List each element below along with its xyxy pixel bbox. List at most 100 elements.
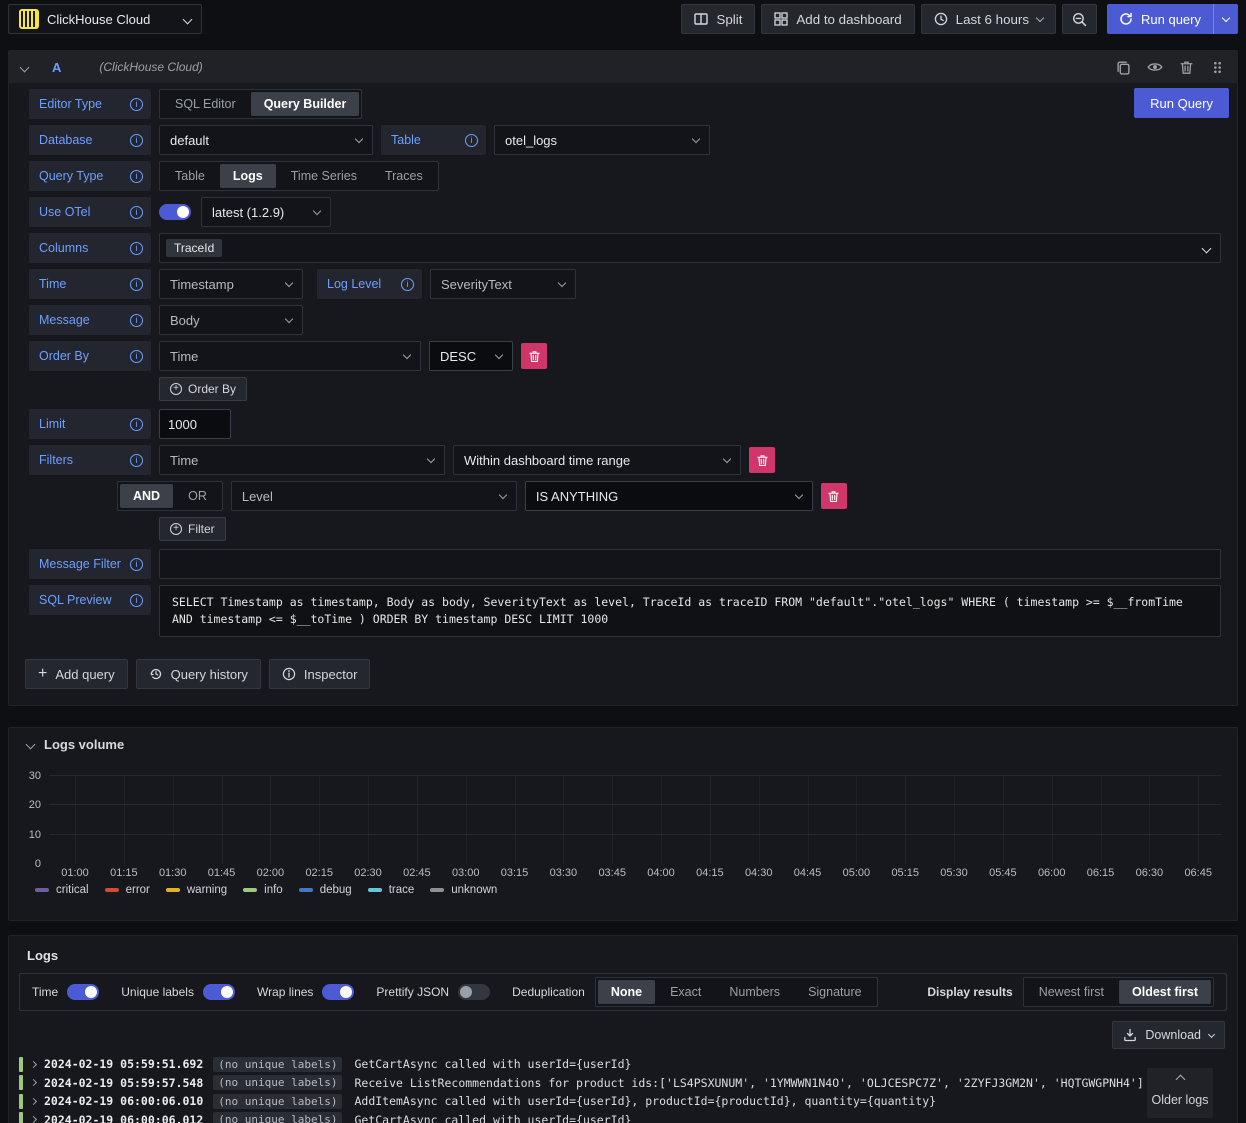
x-tick-label: 06:30	[1135, 867, 1164, 879]
older-logs-button[interactable]: Older logs	[1147, 1068, 1213, 1118]
remove-condition-button[interactable]	[820, 483, 847, 509]
panel-run-query-button[interactable]: Run Query	[1134, 88, 1229, 118]
use-otel-toggle[interactable]	[159, 204, 191, 220]
info-icon[interactable]: i	[401, 277, 414, 291]
log-level-select[interactable]: SeverityText	[430, 269, 576, 299]
add-filter-button[interactable]: + Filter	[159, 517, 226, 541]
limit-input[interactable]	[159, 409, 231, 439]
log-labels-badge: (no unique labels)	[213, 1056, 343, 1072]
info-icon[interactable]: i	[130, 277, 143, 291]
legend-item[interactable]: debug	[298, 884, 352, 896]
query-history-button[interactable]: Query history	[135, 659, 261, 689]
deduplication-option[interactable]: None	[597, 980, 656, 1004]
display-results-option[interactable]: Oldest first	[1119, 980, 1211, 1004]
filter-operator-select[interactable]: Within dashboard time range	[453, 445, 741, 475]
log-level-bar	[19, 1093, 23, 1109]
columns-multiselect[interactable]: TraceId	[159, 233, 1221, 263]
query-type-option[interactable]: Table	[162, 164, 218, 188]
expand-chevron-icon[interactable]	[29, 1060, 38, 1068]
split-button[interactable]: Split	[681, 4, 756, 34]
query-type-option[interactable]: Logs	[219, 164, 276, 188]
info-circle-icon	[282, 667, 296, 681]
legend-item[interactable]: error	[104, 884, 150, 896]
toggle-switch[interactable]	[202, 984, 235, 1000]
datasource-picker[interactable]: ClickHouse Cloud	[8, 4, 202, 34]
info-icon[interactable]: i	[130, 97, 143, 111]
info-icon[interactable]: i	[130, 417, 143, 431]
expand-chevron-icon[interactable]	[29, 1079, 38, 1087]
run-query-caret[interactable]	[1214, 4, 1238, 34]
plus-circle-icon: +	[170, 383, 182, 395]
run-query-button[interactable]: Run query	[1107, 4, 1214, 34]
query-ref[interactable]: A	[52, 60, 61, 75]
condition-field-select[interactable]: Level	[230, 481, 517, 511]
order-direction-select[interactable]: DESC	[429, 341, 513, 371]
editor-type-option[interactable]: Query Builder	[250, 92, 360, 116]
log-row[interactable]: 2024-02-19 06:00:06.010 (no unique labels…	[19, 1092, 1227, 1111]
legend-item[interactable]: trace	[367, 884, 414, 896]
info-icon[interactable]: i	[130, 169, 143, 183]
column-chip[interactable]: TraceId	[166, 239, 223, 257]
deduplication-option[interactable]: Exact	[657, 980, 714, 1004]
time-column-select[interactable]: Timestamp	[159, 269, 303, 299]
x-tick-label: 05:00	[842, 867, 871, 879]
info-icon[interactable]: i	[130, 205, 143, 219]
chevron-down-icon	[557, 278, 567, 288]
remove-order-by-button[interactable]	[521, 343, 547, 369]
add-order-by-button[interactable]: + Order By	[159, 377, 248, 401]
drag-handle-icon[interactable]	[1210, 60, 1225, 75]
log-row[interactable]: 2024-02-19 06:00:06.012 (no unique labels…	[19, 1111, 1227, 1123]
legend-item[interactable]: info	[243, 884, 283, 896]
filter-field-select[interactable]: Time	[159, 445, 445, 475]
deduplication-option[interactable]: Signature	[795, 980, 875, 1004]
toggle-switch[interactable]	[67, 984, 100, 1000]
remove-filter-button[interactable]	[749, 447, 775, 473]
collapse-chevron-icon[interactable]	[19, 62, 30, 72]
legend-item[interactable]: warning	[165, 884, 227, 896]
info-icon[interactable]: i	[130, 557, 143, 571]
expand-chevron-icon[interactable]	[29, 1097, 38, 1105]
log-level-bar	[19, 1056, 23, 1072]
logs-volume-plot[interactable]	[49, 775, 1221, 864]
editor-type-option[interactable]: SQL Editor	[162, 92, 249, 116]
otel-version-select[interactable]: latest (1.2.9)	[201, 197, 331, 227]
info-icon[interactable]: i	[130, 241, 143, 255]
query-type-row: Query Type i Table Logs Time Series Traces	[29, 161, 1221, 191]
info-icon[interactable]: i	[465, 133, 478, 147]
legend-item[interactable]: unknown	[430, 884, 497, 896]
log-row[interactable]: 2024-02-19 05:59:51.692 (no unique labels…	[19, 1055, 1227, 1074]
query-type-option[interactable]: Traces	[372, 164, 436, 188]
database-select[interactable]: default	[159, 125, 373, 155]
info-icon[interactable]: i	[130, 349, 143, 363]
log-message: GetCartAsync called with userId={userId}	[354, 1112, 632, 1123]
info-icon[interactable]: i	[130, 133, 143, 147]
inspector-button[interactable]: Inspector	[268, 659, 371, 689]
log-row[interactable]: 2024-02-19 05:59:57.548 (no unique labels…	[19, 1074, 1227, 1093]
table-select[interactable]: otel_logs	[494, 125, 710, 155]
order-by-field-select[interactable]: Time	[159, 341, 421, 371]
zoom-out-button[interactable]	[1062, 4, 1098, 34]
time-range-picker[interactable]: Last 6 hours	[920, 4, 1057, 34]
bool-operator-option[interactable]: AND	[120, 484, 174, 508]
delete-query-trash-icon[interactable]	[1179, 60, 1194, 75]
expand-chevron-icon[interactable]	[29, 1116, 38, 1123]
add-query-button[interactable]: + Add query	[25, 659, 128, 689]
message-filter-input[interactable]	[159, 549, 1221, 579]
toggle-switch[interactable]	[458, 984, 491, 1000]
deduplication-option[interactable]: Numbers	[716, 980, 793, 1004]
display-results-option[interactable]: Newest first	[1026, 980, 1117, 1004]
info-icon[interactable]: i	[130, 453, 143, 467]
condition-operator-select[interactable]: IS ANYTHING	[524, 481, 813, 511]
toggle-switch[interactable]	[322, 984, 355, 1000]
add-to-dashboard-button[interactable]: Add to dashboard	[761, 4, 915, 34]
bool-operator-option[interactable]: OR	[175, 484, 220, 508]
info-icon[interactable]: i	[130, 593, 143, 607]
logs-volume-header[interactable]: Logs volume	[9, 728, 1237, 762]
download-button[interactable]: Download	[1112, 1021, 1225, 1049]
legend-item[interactable]: critical	[35, 884, 89, 896]
info-icon[interactable]: i	[130, 313, 143, 327]
duplicate-query-icon[interactable]	[1116, 60, 1131, 75]
toggle-visibility-eye-icon[interactable]	[1147, 59, 1163, 75]
query-type-option[interactable]: Time Series	[278, 164, 370, 188]
message-column-select[interactable]: Body	[159, 305, 303, 335]
